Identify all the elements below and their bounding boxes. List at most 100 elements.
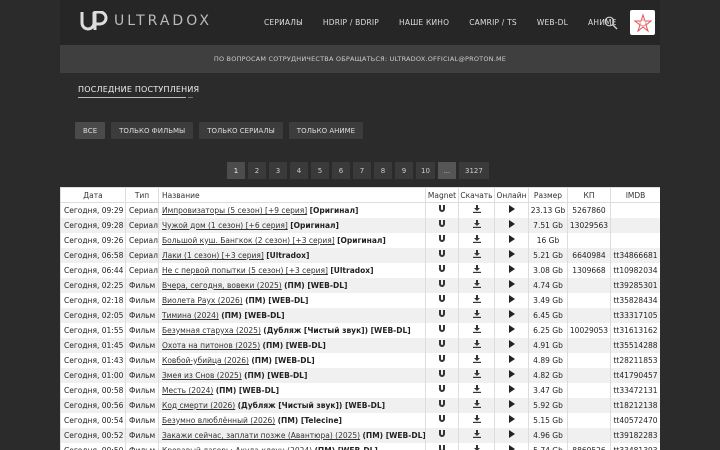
row-online[interactable] — [494, 412, 529, 428]
play-icon[interactable] — [508, 310, 516, 320]
row-download[interactable] — [458, 262, 495, 278]
col-kp[interactable]: КП — [567, 187, 611, 203]
row-kp[interactable]: 10029053 — [567, 322, 611, 338]
row-magnet[interactable] — [425, 382, 459, 398]
magnet-icon[interactable] — [438, 340, 446, 350]
col-date[interactable]: Дата — [60, 187, 126, 203]
page-9[interactable]: 9 — [395, 162, 413, 179]
download-icon[interactable] — [472, 265, 481, 275]
row-title-link[interactable]: Безумно влюблённый (2026) — [162, 416, 275, 425]
row-magnet[interactable] — [425, 397, 459, 413]
play-icon[interactable] — [508, 400, 516, 410]
play-icon[interactable] — [508, 205, 516, 215]
download-icon[interactable] — [472, 385, 481, 395]
row-kp[interactable]: 6640984 — [567, 247, 611, 263]
row-kp[interactable] — [567, 397, 611, 413]
page-7[interactable]: 7 — [353, 162, 371, 179]
row-download[interactable] — [458, 232, 495, 248]
filter-all[interactable]: ВСЕ — [75, 122, 106, 139]
row-title-link[interactable]: Чужой дом (1 сезон) [+6 серия] — [162, 221, 288, 230]
magnet-icon[interactable] — [438, 430, 446, 440]
magnet-icon[interactable] — [438, 250, 446, 260]
download-icon[interactable] — [472, 355, 481, 365]
row-title-link[interactable]: Охота на питонов (2025) — [162, 341, 260, 350]
row-download[interactable] — [458, 367, 495, 383]
row-magnet[interactable] — [425, 292, 459, 308]
play-icon[interactable] — [508, 355, 516, 365]
row-title-tag[interactable]: (ПМ) [WEB-DL] — [362, 431, 424, 440]
col-type[interactable]: Тип — [125, 187, 159, 203]
row-magnet[interactable] — [425, 427, 459, 443]
row-download[interactable] — [458, 202, 495, 218]
site-logo[interactable]: ULTRADOX — [80, 11, 212, 31]
row-title-link[interactable]: Кровавый лагерь: Акула-клоун (2024) — [162, 446, 312, 450]
row-magnet[interactable] — [425, 367, 459, 383]
row-title-tag[interactable]: (Дубляж [Чистый звук]) [WEB-DL] — [263, 326, 410, 335]
row-imdb[interactable]: tt35828434 — [610, 292, 660, 308]
col-size[interactable]: Размер — [528, 187, 568, 203]
magnet-icon[interactable] — [438, 415, 446, 425]
magnet-icon[interactable] — [438, 310, 446, 320]
play-icon[interactable] — [508, 445, 516, 450]
download-icon[interactable] — [472, 340, 481, 350]
row-title-tag[interactable]: (ПМ) [WEB-DL] — [245, 296, 308, 305]
row-download[interactable] — [458, 397, 495, 413]
magnet-icon[interactable] — [438, 235, 446, 245]
row-title-tag[interactable]: (Дубляж [Чистый звук]) [WEB-DL] — [238, 401, 385, 410]
row-download[interactable] — [458, 217, 495, 233]
play-icon[interactable] — [508, 415, 516, 425]
row-online[interactable] — [494, 382, 529, 398]
row-download[interactable] — [458, 337, 495, 353]
row-kp[interactable]: 13029563 — [567, 217, 611, 233]
row-imdb[interactable] — [610, 202, 660, 218]
row-title-link[interactable]: Закажи сейчас, заплати позже (Авантюра) … — [162, 431, 360, 440]
row-title-link[interactable]: Не с первой попытки (5 сезон) [+3 серия] — [162, 266, 328, 275]
row-kp[interactable]: 5267860 — [567, 202, 611, 218]
row-title-link[interactable]: Импровизаторы (5 сезон) [+9 серия] — [162, 206, 307, 215]
play-icon[interactable] — [508, 265, 516, 275]
search-icon[interactable] — [604, 15, 618, 30]
row-title-tag[interactable]: (ПМ) [WEB-DL] — [221, 311, 284, 320]
row-imdb[interactable]: tt35514288 — [610, 337, 660, 353]
row-title-tag[interactable]: [Ultradox] — [330, 266, 373, 275]
row-title-link[interactable]: Виолета Раух (2026) — [162, 296, 243, 305]
row-kp[interactable] — [567, 337, 611, 353]
play-icon[interactable] — [508, 295, 516, 305]
row-online[interactable] — [494, 232, 529, 248]
filter-anime[interactable]: ТОЛЬКО АНИМЕ — [288, 122, 364, 139]
row-imdb[interactable] — [610, 217, 660, 233]
play-icon[interactable] — [508, 340, 516, 350]
row-magnet[interactable] — [425, 262, 459, 278]
row-kp[interactable] — [567, 232, 611, 248]
nav-nashe-kino[interactable]: НАШЕ КИНО — [399, 18, 449, 27]
row-kp[interactable] — [567, 412, 611, 428]
row-online[interactable] — [494, 442, 529, 450]
download-icon[interactable] — [472, 325, 481, 335]
download-icon[interactable] — [472, 415, 481, 425]
row-imdb[interactable]: tt28211853 — [610, 352, 660, 368]
row-kp[interactable] — [567, 277, 611, 293]
page-5[interactable]: 5 — [311, 162, 329, 179]
download-icon[interactable] — [472, 430, 481, 440]
download-icon[interactable] — [472, 205, 481, 215]
row-online[interactable] — [494, 292, 529, 308]
row-title-link[interactable]: Ковбой-убийца (2026) — [162, 356, 249, 365]
page-3[interactable]: 3 — [269, 162, 287, 179]
magnet-icon[interactable] — [438, 400, 446, 410]
row-title-link[interactable]: Вчера, сегодня, вовеки (2025) — [162, 281, 282, 290]
row-magnet[interactable] — [425, 352, 459, 368]
row-download[interactable] — [458, 427, 495, 443]
row-magnet[interactable] — [425, 277, 459, 293]
magnet-icon[interactable] — [438, 385, 446, 395]
nav-serials[interactable]: СЕРИАЛЫ — [264, 18, 303, 27]
row-title-tag[interactable]: [Оригинал] — [337, 236, 386, 245]
page-1[interactable]: 1 — [227, 162, 245, 179]
row-kp[interactable] — [567, 307, 611, 323]
row-imdb[interactable]: tt34866681 — [610, 247, 660, 263]
row-imdb[interactable]: tt41790457 — [610, 367, 660, 383]
row-online[interactable] — [494, 217, 529, 233]
row-imdb[interactable]: tt40572470 — [610, 412, 660, 428]
col-title[interactable]: Название — [158, 187, 426, 203]
magnet-icon[interactable] — [438, 220, 446, 230]
row-online[interactable] — [494, 427, 529, 443]
